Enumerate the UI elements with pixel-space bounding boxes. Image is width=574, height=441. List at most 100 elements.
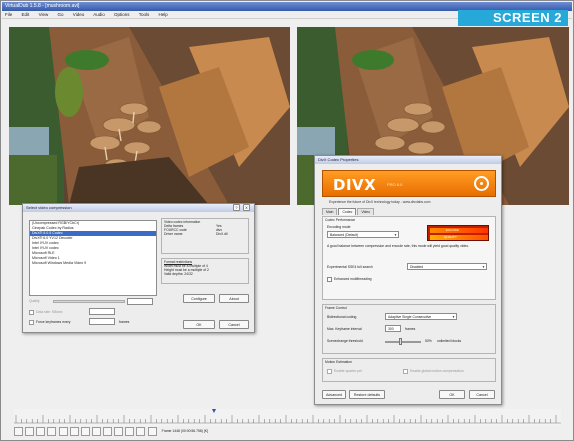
close-button[interactable]: X <box>243 204 250 211</box>
divx-cancel-button[interactable]: Cancel <box>469 390 495 399</box>
motion-estimation-label: Motion Estimation <box>325 360 352 364</box>
multithread-label: Enhanced multithreading <box>334 277 372 281</box>
codec-list-item[interactable]: Microsoft Windows Media Video 9 <box>30 261 156 266</box>
codec-info-row: Driver name DivX.dll <box>164 232 246 236</box>
prev-frame-button[interactable] <box>58 427 68 436</box>
play-input-button[interactable] <box>25 427 35 436</box>
encode-meter-bar <box>430 228 488 233</box>
scene-back-button[interactable] <box>114 427 124 436</box>
scene-threshold-slider[interactable] <box>385 341 421 343</box>
tab-codec[interactable]: Codec <box>338 208 357 215</box>
next-key-button[interactable] <box>103 427 112 436</box>
scene-threshold-thumb[interactable] <box>399 338 402 345</box>
menu-view[interactable]: View <box>39 12 49 17</box>
quality-field[interactable] <box>127 298 153 305</box>
menu-help[interactable]: Help <box>159 12 168 17</box>
keyframe-label: Force keyframes every <box>36 320 71 324</box>
frames-label: frames <box>119 320 130 324</box>
encode-meter-label: ENCODE <box>446 228 459 232</box>
configure-button[interactable]: Configure <box>183 294 215 303</box>
divx-tabs: Main Codec Video <box>322 208 375 215</box>
divx-tagline: Experience the future of DivX technology… <box>329 200 431 204</box>
tab-video[interactable]: Video <box>357 208 375 215</box>
bframe-label: Bidirectional coding <box>327 315 357 319</box>
frame-control-group: Frame Control Bidirectional coding Adapt… <box>322 304 496 354</box>
menu-video[interactable]: Video <box>73 12 84 17</box>
codec-performance-group: Codec Performance Encoding mode Balanced… <box>322 216 496 300</box>
restore-defaults-button[interactable]: Restore defaults <box>349 390 385 399</box>
balance-description: A good balance between compression and e… <box>327 244 470 248</box>
keyframe-unit-label: frames <box>405 327 416 331</box>
quality-meter-label: QUALITY <box>444 235 457 239</box>
start-button[interactable] <box>47 427 57 436</box>
divx-logo: DIVX <box>333 176 377 194</box>
keyframe-checkbox[interactable] <box>29 320 34 325</box>
dropdown-arrow-icon: ▼ <box>394 233 397 237</box>
menu-options[interactable]: Options <box>114 12 130 17</box>
scene-threshold-unit: unlimited blocks <box>437 339 462 343</box>
quarter-pel-label: Enable quarter-pel <box>334 369 362 373</box>
about-button[interactable]: About <box>219 294 249 303</box>
dropdown-arrow-icon: ▼ <box>482 265 485 269</box>
prev-key-button[interactable] <box>91 427 101 436</box>
codec-info-group: Video codec information Delta frames Yes F… <box>161 218 249 254</box>
divx-emblem-icon <box>474 176 489 191</box>
quarter-pel-checkbox[interactable] <box>327 369 332 374</box>
keyframe-field[interactable] <box>89 318 115 325</box>
cancel-button[interactable]: Cancel <box>219 320 249 329</box>
timeline-ruler[interactable] <box>14 409 561 426</box>
divx-banner: DIVX PRO 6.0 <box>322 170 496 197</box>
codec-performance-label: Codec Performance <box>325 218 356 222</box>
codec-info-rows: Delta frames Yes FOURCC code divx Driver nam… <box>164 224 246 236</box>
encoding-mode-label: Encoding mode <box>327 225 351 229</box>
frame-control-label: Frame Control <box>325 306 347 310</box>
sse-select[interactable]: Disabled ▼ <box>407 263 487 270</box>
datarate-checkbox[interactable] <box>29 310 34 315</box>
scene-fwd-button[interactable] <box>125 427 135 436</box>
menu-tools[interactable]: Tools <box>139 12 150 17</box>
divx-properties-dialog: DivX Codec Properties DIVX PRO 6.0 Exper… <box>314 155 502 405</box>
quality-label: Quality <box>29 299 40 303</box>
menu-edit[interactable]: Edit <box>22 12 30 17</box>
mark-out-button[interactable] <box>147 427 157 436</box>
divx-edition: PRO 6.0 <box>387 182 403 187</box>
divx-ok-button[interactable]: OK <box>439 390 465 399</box>
advanced-button[interactable]: Advanced <box>322 390 346 399</box>
mark-in-button[interactable] <box>136 427 146 436</box>
bframe-select[interactable]: Adaptive Single Consecutive ▼ <box>385 313 457 320</box>
scene-threshold-label: Scenechange threshold <box>327 339 363 343</box>
menu-file[interactable]: File <box>5 12 12 17</box>
format-line-3: Valid depths: 24/32 <box>164 272 193 276</box>
datarate-field[interactable] <box>89 308 115 315</box>
codec-info-value: DivX.dll <box>216 232 228 236</box>
dropdown-arrow-icon: ▼ <box>452 315 455 319</box>
compression-dialog: Select video compression ? X (Uncompress… <box>22 203 255 333</box>
divx-dialog-title: DivX Codec Properties <box>315 156 501 164</box>
tab-main[interactable]: Main <box>322 208 338 215</box>
keyframe-interval-field[interactable]: 300 <box>385 325 401 332</box>
motion-estimation-group: Motion Estimation Enable quarter-pel Ena… <box>322 358 496 382</box>
end-button[interactable] <box>80 427 90 436</box>
gmc-checkbox[interactable] <box>403 369 408 374</box>
quality-slider[interactable] <box>53 300 125 303</box>
input-video-pane <box>9 27 290 205</box>
frame-status: Frame 1448 (00:00:56.758) [K] <box>161 429 208 433</box>
sse-label: Experimental SSE4 full search <box>327 265 373 269</box>
menu-audio[interactable]: Audio <box>93 12 105 17</box>
encoding-mode-select[interactable]: Balanced (Default) ▼ <box>327 231 399 238</box>
next-frame-button[interactable] <box>69 427 79 436</box>
stop-button[interactable] <box>14 427 23 436</box>
screen-badge: SCREEN 2 <box>458 10 568 26</box>
keyframe-interval-label: Max. Keyframe interval <box>327 327 362 331</box>
quality-meter-bar <box>430 235 488 240</box>
multithread-checkbox[interactable] <box>327 277 332 282</box>
ok-button[interactable]: OK <box>183 320 215 329</box>
performance-meter: ENCODE QUALITY <box>427 225 489 241</box>
play-output-button[interactable] <box>36 427 46 436</box>
help-button[interactable]: ? <box>233 204 240 211</box>
datarate-label: Data rate: KB/sec <box>36 310 63 314</box>
menu-go[interactable]: Go <box>58 12 64 17</box>
compression-dialog-title: Select video compression <box>23 204 254 212</box>
codec-list[interactable]: (Uncompressed RGB/YCbCr) Cinepak Codec by… <box>29 220 157 296</box>
codec-info-key: Driver name <box>164 232 183 236</box>
